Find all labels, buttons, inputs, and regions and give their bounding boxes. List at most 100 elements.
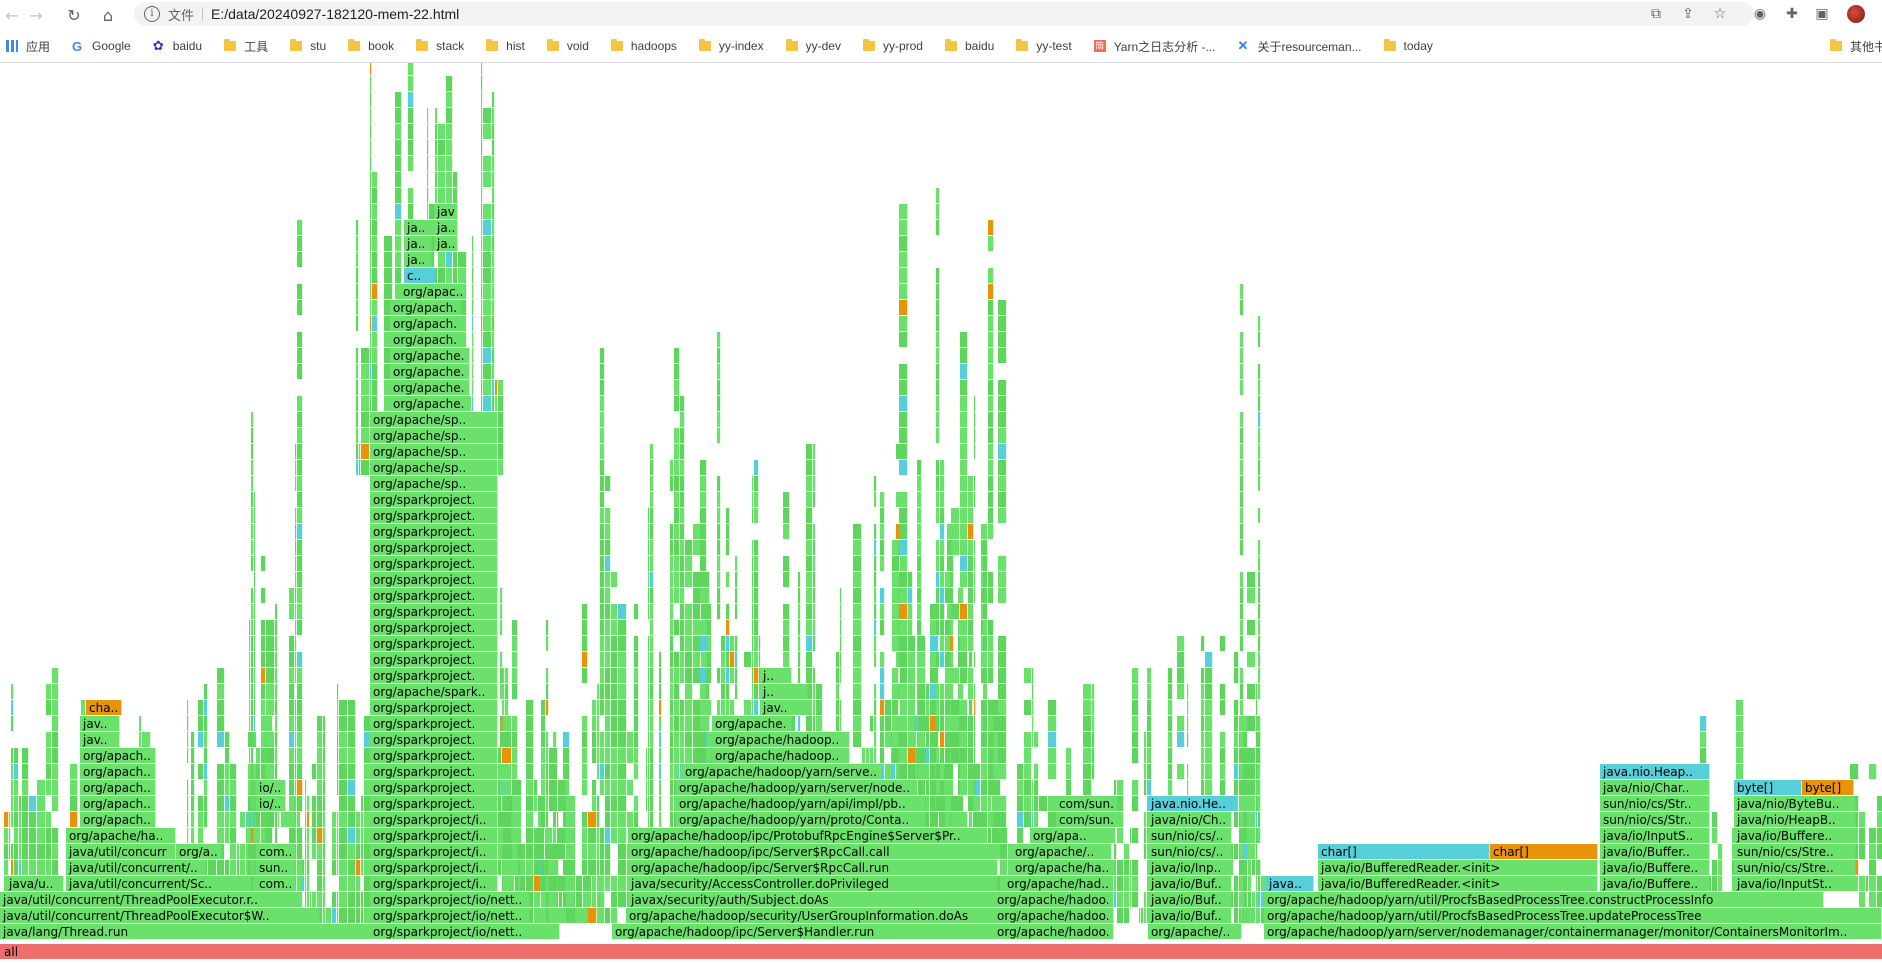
flame-frame[interactable] xyxy=(998,348,1007,363)
flame-frame[interactable] xyxy=(717,364,721,379)
flame-frame[interactable] xyxy=(813,636,816,651)
flame-frame[interactable] xyxy=(505,684,509,699)
flame-frame[interactable] xyxy=(648,540,650,555)
flame-frame[interactable] xyxy=(492,92,495,107)
flame-frame[interactable] xyxy=(707,604,712,619)
flame-frame[interactable] xyxy=(925,812,930,827)
flame-frame[interactable] xyxy=(481,63,483,75)
flame-frame[interactable] xyxy=(891,764,896,779)
flame-frame[interactable] xyxy=(549,780,558,795)
flame-frame[interactable] xyxy=(546,844,549,859)
flame-frame[interactable] xyxy=(870,716,874,731)
flame-frame[interactable] xyxy=(1866,876,1869,891)
flame-frame[interactable] xyxy=(289,748,295,763)
flame-frame[interactable] xyxy=(356,252,359,267)
flame-frame[interactable] xyxy=(492,332,495,347)
flame-frame[interactable] xyxy=(1024,764,1032,779)
flame-frame[interactable] xyxy=(348,700,356,715)
flame-frame[interactable] xyxy=(498,460,504,475)
flame-frame[interactable] xyxy=(249,636,251,651)
flame-frame[interactable] xyxy=(1130,876,1132,891)
flame-frame[interactable] xyxy=(618,876,627,891)
flame-frame[interactable] xyxy=(500,780,503,795)
flame-frame[interactable] xyxy=(582,652,588,667)
flame-frame[interactable] xyxy=(592,892,597,907)
flame-frame[interactable] xyxy=(806,524,813,539)
flame-frame[interactable] xyxy=(1117,908,1124,923)
flame-frame[interactable] xyxy=(783,636,790,651)
flame-frame[interactable] xyxy=(968,492,974,507)
flame-frame[interactable] xyxy=(1124,844,1130,859)
flame-frame[interactable] xyxy=(11,780,14,795)
flame-frame[interactable] xyxy=(408,108,414,123)
flame-frame[interactable] xyxy=(1144,764,1147,779)
flame-frame[interactable] xyxy=(880,652,885,667)
flame-frame[interactable] xyxy=(998,396,1007,411)
flame-frame[interactable] xyxy=(936,572,940,587)
flame-frame[interactable] xyxy=(936,476,940,491)
flame-frame[interactable] xyxy=(1712,860,1718,875)
flame-frame[interactable] xyxy=(968,620,974,635)
flame-frame[interactable] xyxy=(960,812,968,827)
flame-frame[interactable] xyxy=(880,508,885,523)
flame-frame[interactable] xyxy=(650,780,654,795)
flame-frame[interactable] xyxy=(582,668,588,683)
flame-frame[interactable] xyxy=(1258,316,1261,331)
flame-frame[interactable] xyxy=(492,268,495,283)
flame-frame[interactable] xyxy=(726,684,730,699)
flame-frame[interactable] xyxy=(917,556,922,571)
flame-frame[interactable] xyxy=(1240,364,1244,379)
flame-frame[interactable] xyxy=(988,380,994,395)
flame-frame[interactable] xyxy=(836,716,840,731)
flame-frame[interactable] xyxy=(217,860,225,875)
flame-frame[interactable] xyxy=(634,796,639,811)
flame-frame[interactable] xyxy=(983,716,988,731)
flame-frame[interactable] xyxy=(370,188,372,203)
flame-frame[interactable] xyxy=(752,556,754,571)
flame-frame[interactable] xyxy=(880,588,885,603)
flame-frame[interactable] xyxy=(37,796,46,811)
flame-frame[interactable] xyxy=(717,572,721,587)
flame-frame[interactable] xyxy=(395,204,402,219)
flame-frame[interactable] xyxy=(254,780,256,795)
flame-frame[interactable] xyxy=(618,620,627,635)
info-icon[interactable]: i xyxy=(144,6,160,22)
flame-frame[interactable] xyxy=(37,780,46,795)
flame-frame[interactable] xyxy=(717,412,721,427)
flame-frame[interactable] xyxy=(312,828,317,843)
flame-frame[interactable] xyxy=(685,556,693,571)
bookmark-6[interactable]: stack xyxy=(416,36,464,56)
flame-frame[interactable] xyxy=(988,700,994,715)
flame-frame[interactable] xyxy=(4,860,9,875)
flame-frame[interactable] xyxy=(492,220,495,235)
flame-frame[interactable] xyxy=(1048,812,1057,827)
flame-frame[interactable] xyxy=(566,876,575,891)
flame-frame[interactable] xyxy=(899,716,908,731)
flame-frame[interactable] xyxy=(1048,716,1057,731)
flame-frame[interactable] xyxy=(853,572,862,587)
flame-frame[interactable] xyxy=(305,780,307,795)
flame-frame[interactable] xyxy=(1066,780,1072,795)
flame-frame[interactable] xyxy=(726,652,730,667)
share-icon[interactable]: ⇪ xyxy=(1678,4,1698,24)
flame-frame[interactable] xyxy=(1147,748,1152,763)
flame-frame[interactable] xyxy=(332,860,337,875)
flame-frame[interactable] xyxy=(481,252,483,267)
flame-frame[interactable] xyxy=(936,492,940,507)
flame-frame[interactable] xyxy=(384,252,393,267)
flame-frame[interactable] xyxy=(981,524,988,539)
flame-frame[interactable] xyxy=(582,908,588,923)
flame-frame[interactable] xyxy=(880,716,885,731)
flame-frame[interactable] xyxy=(1032,684,1034,699)
flame-frame[interactable] xyxy=(265,828,273,843)
flame-frame[interactable] xyxy=(988,652,994,667)
flame-frame[interactable] xyxy=(916,716,918,731)
bookmark-7[interactable]: hist xyxy=(486,36,525,56)
flame-frame[interactable] xyxy=(498,412,504,427)
flame-frame[interactable] xyxy=(1869,876,1877,891)
flame-frame[interactable] xyxy=(1258,428,1261,443)
flame-frame[interactable] xyxy=(526,748,534,763)
flame-frame[interactable] xyxy=(588,844,597,859)
flame-frame[interactable] xyxy=(1256,764,1258,779)
flame-frame[interactable] xyxy=(936,380,940,395)
